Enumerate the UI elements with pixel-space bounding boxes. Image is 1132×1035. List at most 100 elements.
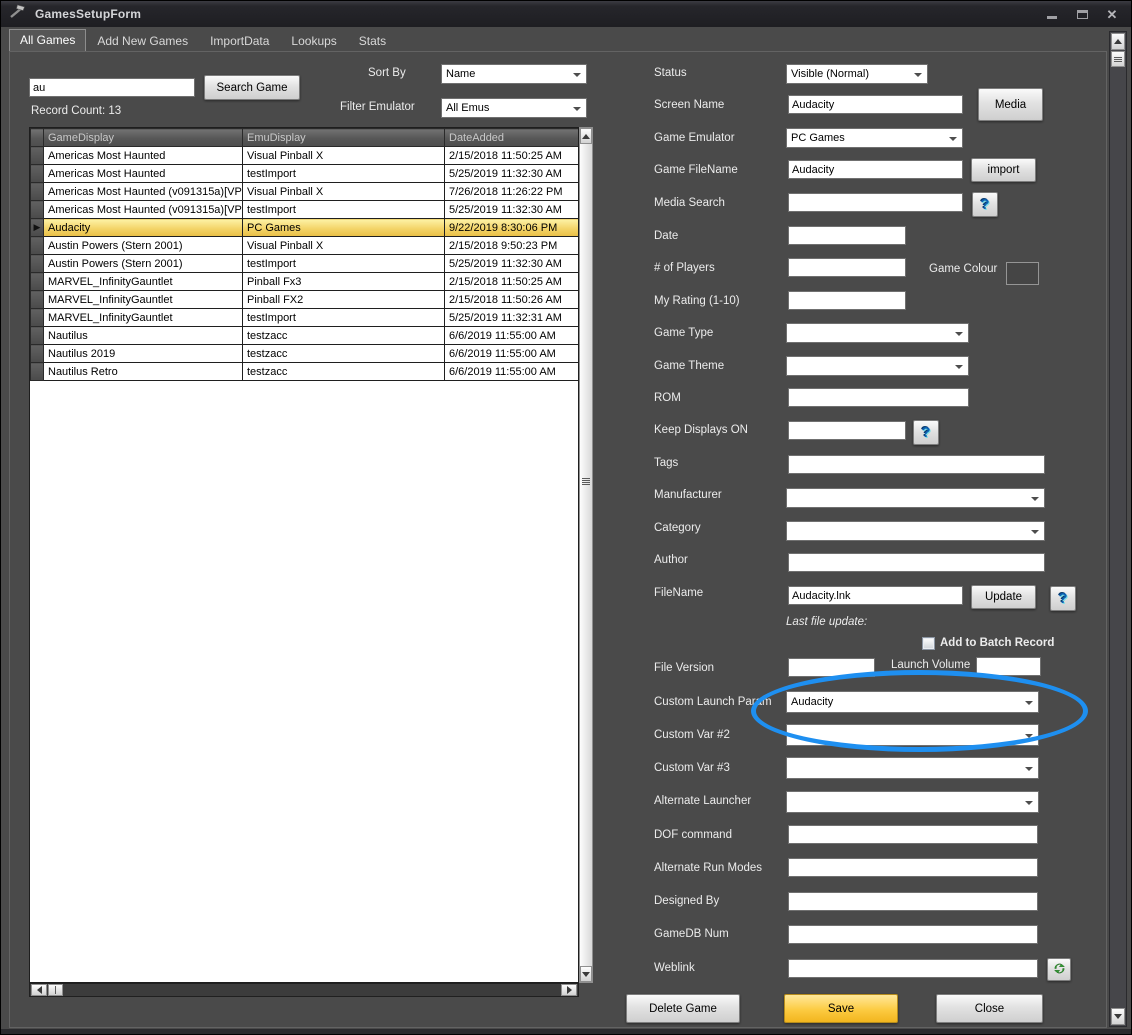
column-header-dateadded[interactable]: DateAdded <box>445 129 580 147</box>
tab-importdata[interactable]: ImportData <box>199 31 280 52</box>
row-header-cell[interactable] <box>31 327 44 345</box>
tab-add-new-games[interactable]: Add New Games <box>86 31 199 52</box>
row-header-cell[interactable] <box>31 273 44 291</box>
close-button[interactable]: Close <box>936 994 1043 1023</box>
table-row[interactable]: ▶AudacityPC Games9/22/2019 8:30:06 PM <box>31 219 580 237</box>
row-header-cell[interactable] <box>31 363 44 381</box>
update-button[interactable]: Update <box>971 585 1036 609</box>
players-input[interactable] <box>788 258 906 277</box>
game-filename-input[interactable] <box>788 160 963 179</box>
filename-input[interactable] <box>788 586 963 605</box>
cell[interactable]: testzacc <box>243 327 445 345</box>
cell[interactable]: 2/15/2018 9:50:23 PM <box>445 237 580 255</box>
cell[interactable]: Austin Powers (Stern 2001) <box>44 237 243 255</box>
scroll-left-icon[interactable] <box>31 984 47 996</box>
cell[interactable]: MARVEL_InfinityGauntlet <box>44 291 243 309</box>
media-search-help-button[interactable]: ? <box>972 192 998 217</box>
cell[interactable]: 6/6/2019 11:55:00 AM <box>445 327 580 345</box>
row-header-cell[interactable] <box>31 345 44 363</box>
cell[interactable]: Pinball FX2 <box>243 291 445 309</box>
screen-name-input[interactable] <box>788 95 963 114</box>
tab-stats[interactable]: Stats <box>348 31 397 52</box>
cell[interactable]: 6/6/2019 11:55:00 AM <box>445 345 580 363</box>
cell[interactable]: testImport <box>243 255 445 273</box>
maximize-icon[interactable] <box>1075 7 1089 21</box>
tab-lookups[interactable]: Lookups <box>280 31 347 52</box>
cell[interactable]: testzacc <box>243 363 445 381</box>
cell[interactable]: 7/26/2018 11:26:22 PM <box>445 183 580 201</box>
cell[interactable]: 9/22/2019 8:30:06 PM <box>445 219 580 237</box>
scroll-down-icon[interactable] <box>1111 1008 1125 1025</box>
grid-vertical-scrollbar[interactable] <box>579 127 593 983</box>
table-row[interactable]: Americas Most HauntedtestImport5/25/2019… <box>31 165 580 183</box>
cell[interactable]: Audacity <box>44 219 243 237</box>
cell[interactable]: MARVEL_InfinityGauntlet <box>44 273 243 291</box>
custom-var2-select[interactable] <box>786 724 1039 746</box>
current-row-indicator[interactable]: ▶ <box>31 219 44 237</box>
cell[interactable]: Nautilus 2019 <box>44 345 243 363</box>
cell[interactable]: Visual Pinball X <box>243 183 445 201</box>
cell[interactable]: Visual Pinball X <box>243 237 445 255</box>
game-type-select[interactable] <box>786 323 969 343</box>
cell[interactable]: testzacc <box>243 345 445 363</box>
table-row[interactable]: MARVEL_InfinityGauntletPinball Fx32/15/2… <box>31 273 580 291</box>
page-vertical-scrollbar[interactable] <box>1109 31 1127 1027</box>
cell[interactable]: Pinball Fx3 <box>243 273 445 291</box>
table-row[interactable]: Nautilus Retrotestzacc6/6/2019 11:55:00 … <box>31 363 580 381</box>
game-theme-select[interactable] <box>786 356 969 376</box>
table-row[interactable]: MARVEL_InfinityGauntletPinball FX22/15/2… <box>31 291 580 309</box>
row-header-cell[interactable] <box>31 309 44 327</box>
table-row[interactable]: Austin Powers (Stern 2001)Visual Pinball… <box>31 237 580 255</box>
scroll-up-icon[interactable] <box>580 128 592 144</box>
weblink-input[interactable] <box>788 959 1038 978</box>
table-row[interactable]: Americas Most HauntedVisual Pinball X2/1… <box>31 147 580 165</box>
rom-input[interactable] <box>788 388 969 407</box>
sort-by-select[interactable]: Name <box>441 64 587 84</box>
search-input[interactable] <box>29 78 195 97</box>
tab-all-games[interactable]: All Games <box>9 29 86 52</box>
close-icon[interactable]: ✕ <box>1105 7 1119 21</box>
keep-displays-help-button[interactable]: ? <box>913 420 939 445</box>
custom-var3-select[interactable] <box>786 757 1039 779</box>
cell[interactable]: testImport <box>243 201 445 219</box>
cell[interactable]: 5/25/2019 11:32:31 AM <box>445 309 580 327</box>
filename-help-button[interactable]: ? <box>1050 586 1076 611</box>
scroll-down-icon[interactable] <box>580 966 592 982</box>
alternate-launcher-select[interactable] <box>786 791 1039 813</box>
media-button[interactable]: Media <box>978 88 1043 121</box>
cell[interactable]: 5/25/2019 11:32:30 AM <box>445 165 580 183</box>
search-game-button[interactable]: Search Game <box>204 75 300 100</box>
cell[interactable]: 2/15/2018 11:50:25 AM <box>445 273 580 291</box>
cell[interactable]: Americas Most Haunted <box>44 147 243 165</box>
delete-game-button[interactable]: Delete Game <box>626 994 740 1023</box>
cell[interactable]: 2/15/2018 11:50:26 AM <box>445 291 580 309</box>
scrollbar-thumb[interactable] <box>48 984 63 996</box>
table-row[interactable]: Nautilus 2019testzacc6/6/2019 11:55:00 A… <box>31 345 580 363</box>
cell[interactable]: Austin Powers (Stern 2001) <box>44 255 243 273</box>
cell[interactable]: Americas Most Haunted <box>44 165 243 183</box>
column-header-gamedisplay[interactable]: GameDisplay <box>44 129 243 147</box>
launch-volume-input[interactable] <box>976 657 1041 676</box>
import-button[interactable]: import <box>971 158 1036 182</box>
filter-emulator-select[interactable]: All Emus <box>441 98 587 118</box>
table-row[interactable]: Americas Most Haunted (v091315a)[VPB]Vis… <box>31 183 580 201</box>
cell[interactable]: Americas Most Haunted (v091315a)[VPB] <box>44 201 243 219</box>
weblink-refresh-button[interactable] <box>1047 958 1071 981</box>
table-row[interactable]: Nautilustestzacc6/6/2019 11:55:00 AM <box>31 327 580 345</box>
cell[interactable]: 6/6/2019 11:55:00 AM <box>445 363 580 381</box>
author-input[interactable] <box>788 553 1045 572</box>
cell[interactable]: Nautilus <box>44 327 243 345</box>
scroll-right-icon[interactable] <box>561 984 577 996</box>
row-header-cell[interactable] <box>31 201 44 219</box>
row-header-cell[interactable] <box>31 147 44 165</box>
scrollbar-thumb[interactable] <box>1111 51 1125 67</box>
cell[interactable]: testImport <box>243 309 445 327</box>
table-row[interactable]: Austin Powers (Stern 2001)testImport5/25… <box>31 255 580 273</box>
cell[interactable]: MARVEL_InfinityGauntlet <box>44 309 243 327</box>
grid-horizontal-scrollbar[interactable] <box>29 983 579 997</box>
keep-displays-input[interactable] <box>788 421 906 440</box>
row-header-cell[interactable] <box>31 291 44 309</box>
category-select[interactable] <box>786 521 1045 541</box>
cell[interactable]: Nautilus Retro <box>44 363 243 381</box>
cell[interactable]: 5/25/2019 11:32:30 AM <box>445 255 580 273</box>
